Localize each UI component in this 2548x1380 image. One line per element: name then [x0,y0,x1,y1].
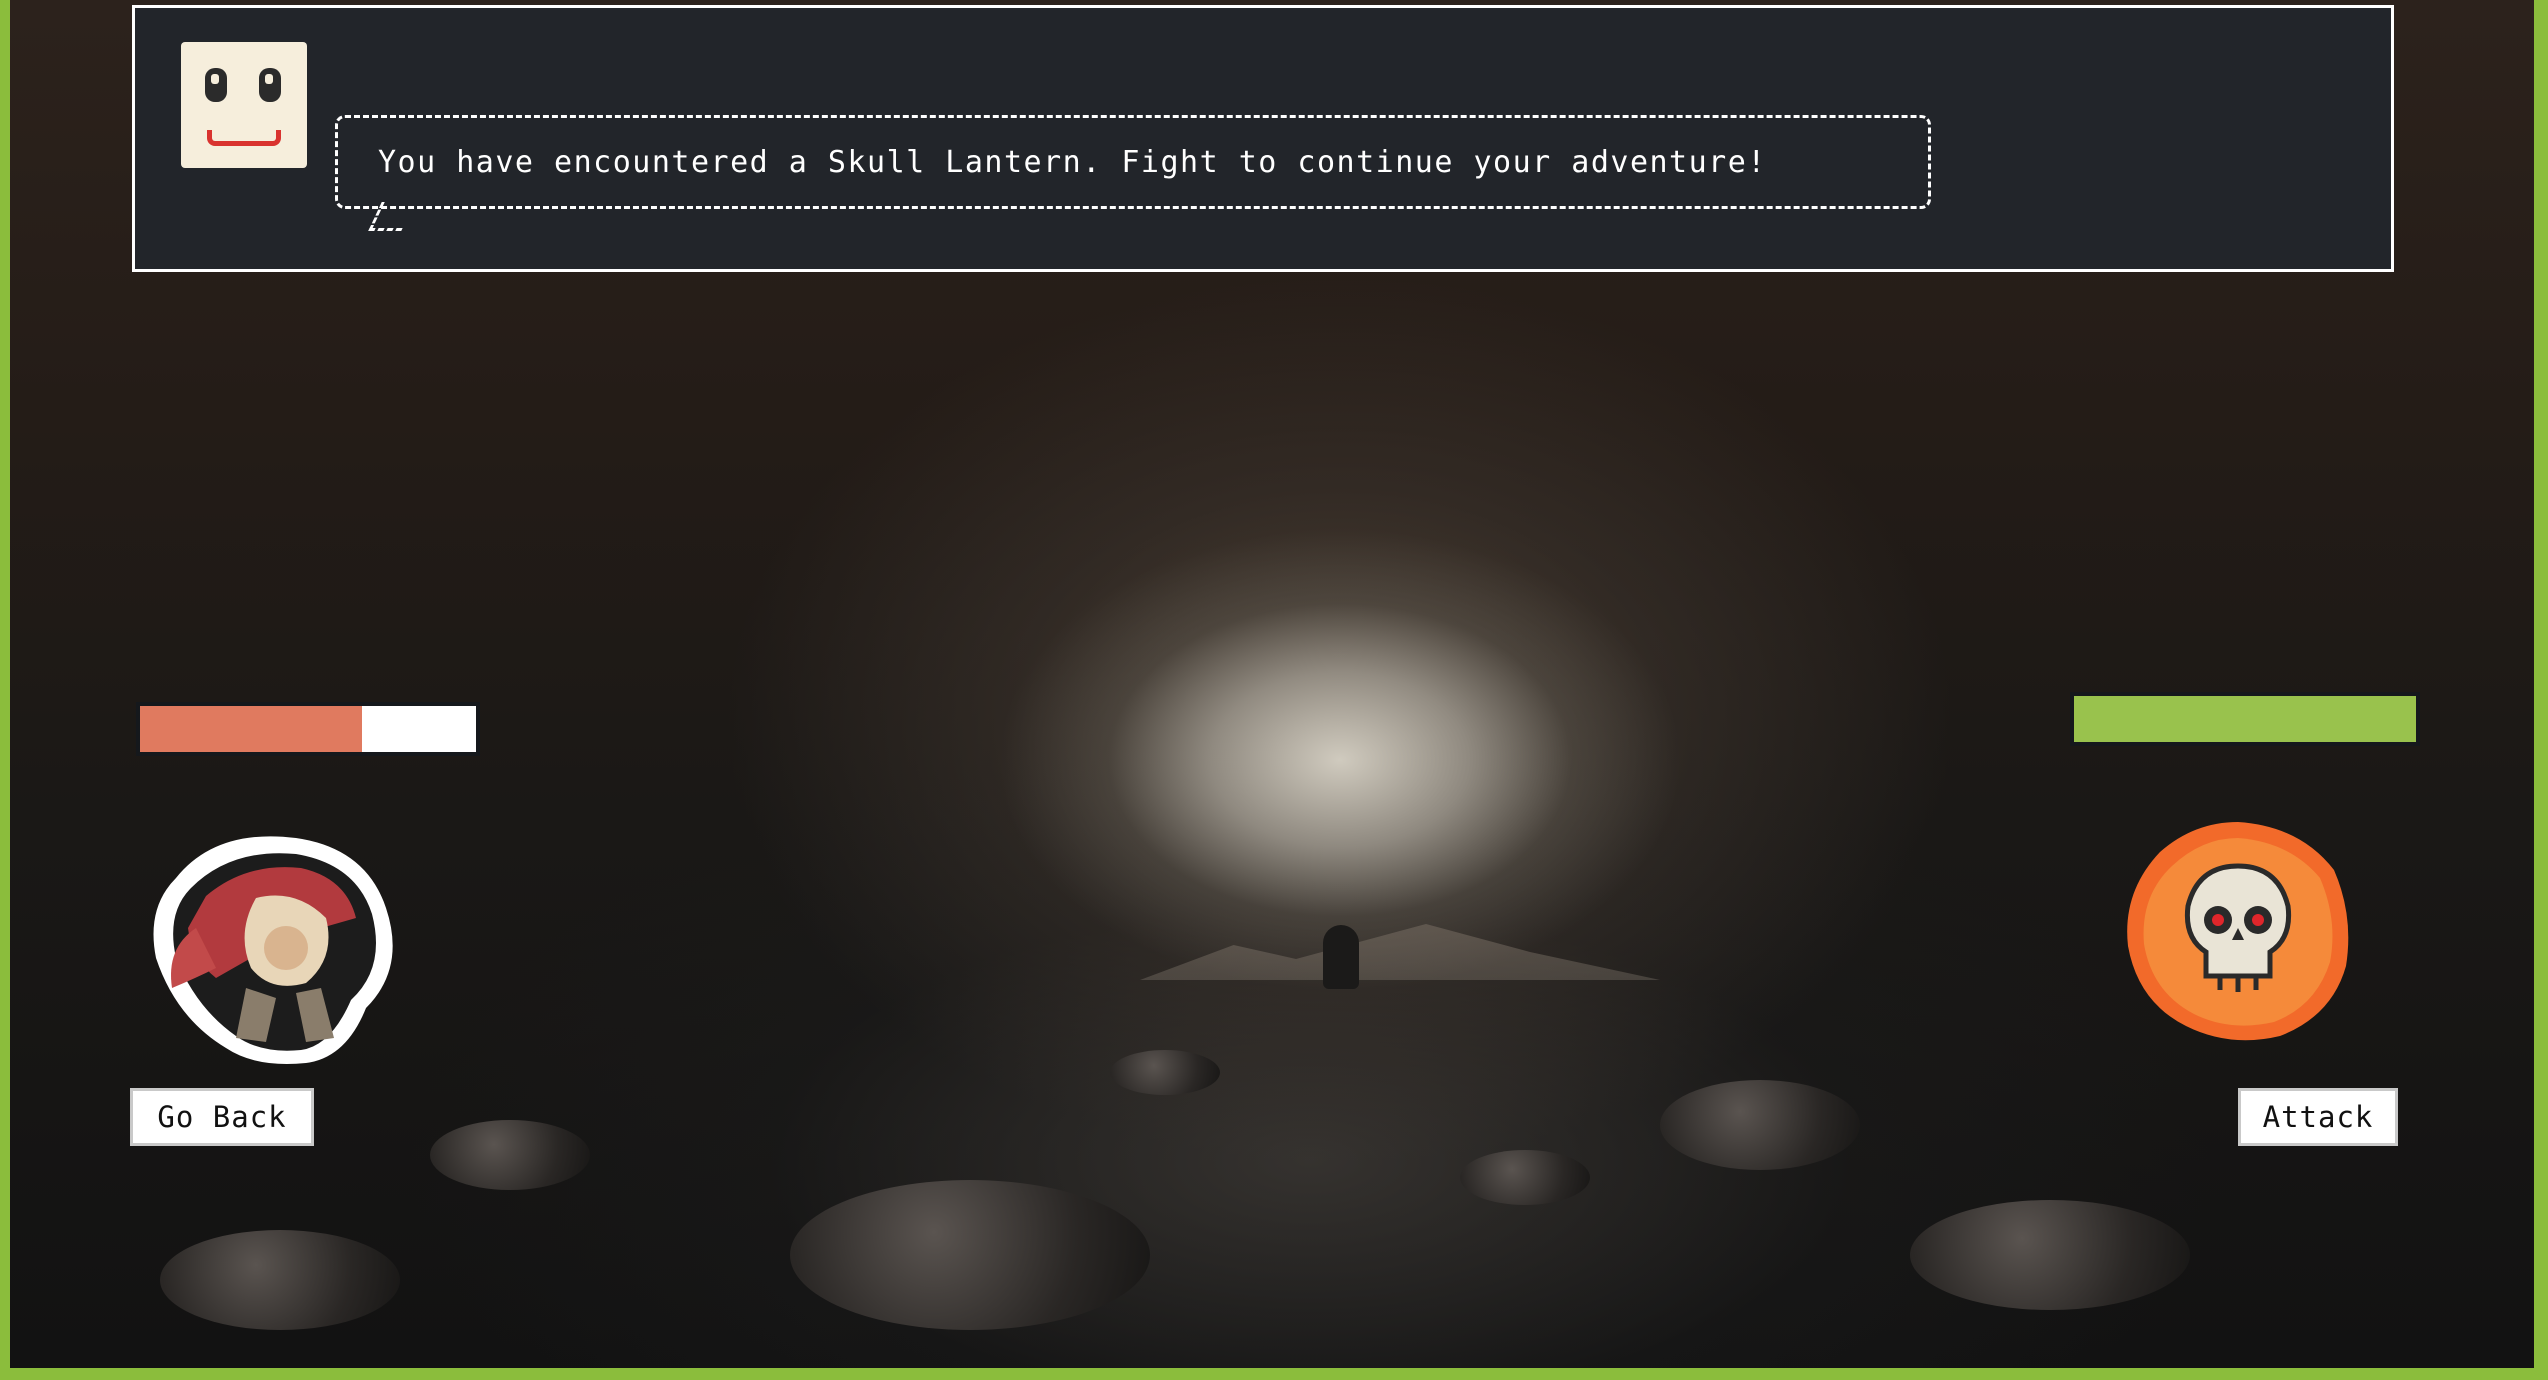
rock [1660,1080,1860,1170]
rock [430,1120,590,1190]
avatar-mouth [207,130,281,146]
player-health-fill [140,706,362,752]
wanderer-silhouette [1323,925,1359,989]
attack-button[interactable]: Attack [2238,1088,2398,1146]
rock [1110,1050,1220,1095]
rock [1910,1200,2190,1310]
player-health-bar [136,702,480,756]
enemy-health-bar [2070,692,2420,746]
dialog-message: You have encountered a Skull Lantern. Fi… [378,144,1767,180]
rock [790,1180,1150,1330]
avatar-eye [205,68,227,102]
hero-sprite [153,836,393,1064]
dialog-box: You have encountered a Skull Lantern. Fi… [132,5,2394,272]
rock [160,1230,400,1330]
speech-bubble: You have encountered a Skull Lantern. Fi… [335,115,1931,209]
enemy-health-fill [2074,696,2416,742]
distant-mountain [1140,924,1660,980]
game-frame: You have encountered a Skull Lantern. Fi… [10,0,2534,1368]
skull-lantern-sprite [2127,822,2349,1041]
narrator-avatar [181,42,307,168]
go-back-button[interactable]: Go Back [130,1088,314,1146]
rock [1460,1150,1590,1205]
avatar-eye [259,68,281,102]
